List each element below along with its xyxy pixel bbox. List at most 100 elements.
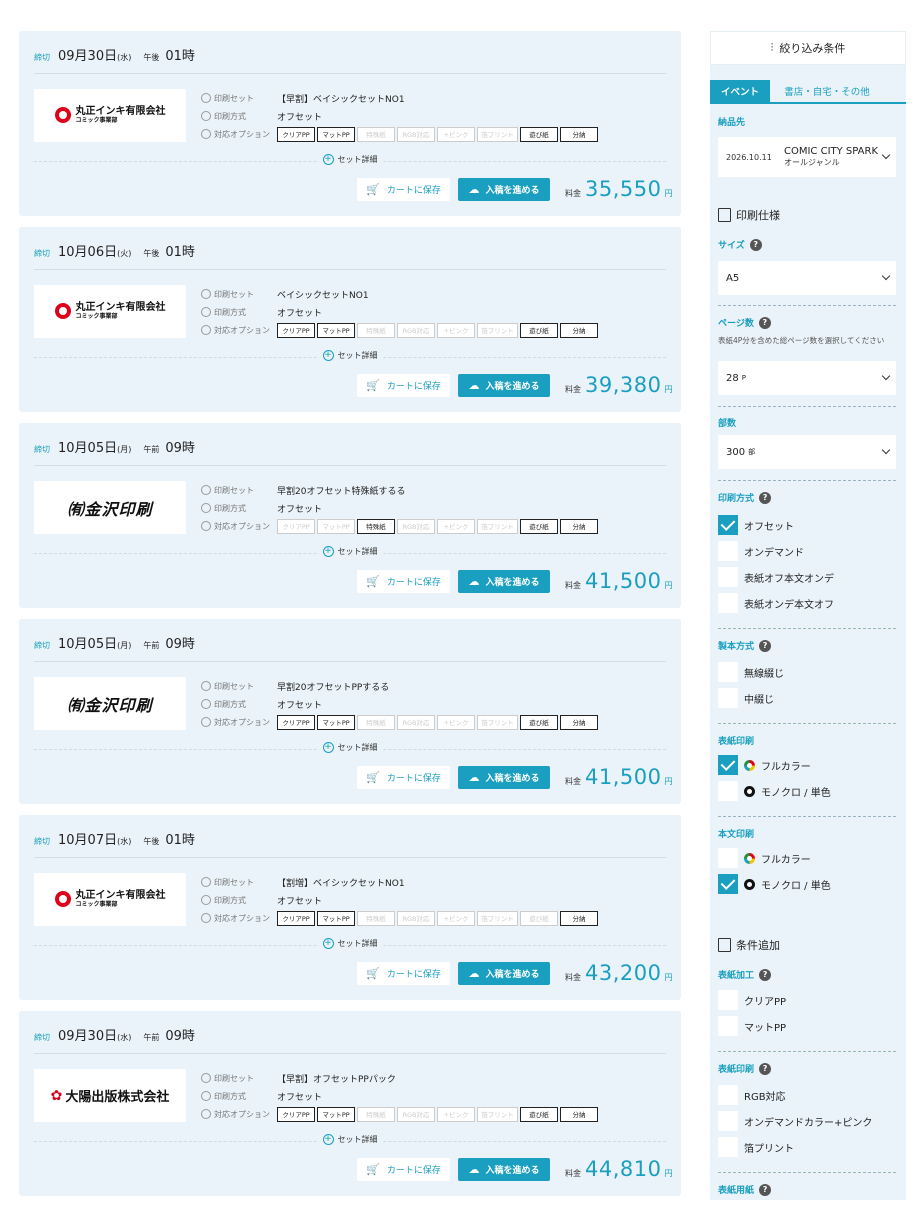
delivery-genre: オールジャンル [784, 158, 840, 168]
delivery-tabs: イベント 書店・自宅・その他 [710, 80, 906, 104]
checkbox-option[interactable]: 無線綴じ [718, 662, 784, 682]
proceed-upload-label: 入稿を進める [485, 1166, 540, 1176]
checkbox[interactable] [718, 990, 738, 1010]
option-tag: 遊び紙 [520, 518, 558, 534]
copies-select[interactable]: 300 部 [718, 435, 896, 469]
checkbox-label: 箔プリント [744, 1143, 794, 1155]
filter-title[interactable]: ⫶ 絞り込み条件 [710, 31, 906, 65]
checkbox[interactable] [718, 1137, 738, 1157]
option-tag: クリアPP [277, 126, 315, 142]
deadline-row: 締切 10月05日(月) 午前 09時 [34, 633, 666, 662]
checkbox-option[interactable]: マットPP [718, 1016, 786, 1036]
proceed-upload-button[interactable]: ☁ 入稿を進める [458, 570, 550, 593]
set-detail-toggle[interactable]: + セット詳細 [19, 742, 681, 753]
cloud-upload-icon: ☁ [468, 575, 480, 588]
checkbox-label: オンデマンドカラー+ピンク [744, 1117, 873, 1129]
cloud-upload-icon: ☁ [468, 1163, 480, 1176]
checkbox-option[interactable]: オフセット [718, 515, 794, 535]
checkbox[interactable] [718, 541, 738, 561]
spec-list: 印刷セット 【割増】ベイシックセットNO1 印刷方式 オフセット 対応オプション クリ… [201, 873, 641, 927]
set-name: ベイシックセットNO1 [277, 290, 369, 301]
option-tag: RGB対応 [397, 714, 435, 730]
gear-icon [201, 325, 211, 335]
deadline-time: 09時 [165, 637, 195, 652]
checkbox-option[interactable]: クリアPP [718, 990, 786, 1010]
checkbox-option[interactable]: モノクロ / 単色 [718, 781, 831, 801]
checkbox-option[interactable]: 表紙オフ本文オンデ [718, 567, 834, 587]
checkbox-checked[interactable] [718, 874, 738, 894]
delivery-select[interactable]: 2026.10.11 COMIC CITY SPARK オールジャンル [718, 137, 896, 177]
save-to-cart-button[interactable]: 🛒 カートに保存 [357, 374, 450, 397]
save-to-cart-button[interactable]: 🛒 カートに保存 [357, 962, 450, 985]
cart-icon: 🛒 [366, 967, 380, 980]
pages-select[interactable]: 28 P [718, 361, 896, 395]
checkbox-option[interactable]: モノクロ / 単色 [718, 874, 831, 894]
size-select[interactable]: A5 [718, 261, 896, 295]
checkbox-option[interactable]: RGB対応 [718, 1085, 786, 1105]
proceed-upload-button[interactable]: ☁ 入稿を進める [458, 374, 550, 397]
cover-paper-label-text: 表紙用紙 [718, 1186, 755, 1196]
result-card: 締切 09月30日(水) 午前 09時 ✿ 大陽出版株式会社 印刷セット 【早割】オ… [19, 1011, 681, 1196]
proceed-upload-button[interactable]: ☁ 入稿を進める [458, 962, 550, 985]
save-to-cart-button[interactable]: 🛒 カートに保存 [357, 766, 450, 789]
set-detail-label: セット詳細 [337, 743, 378, 752]
set-detail-toggle[interactable]: + セット詳細 [19, 350, 681, 361]
divider [718, 406, 896, 407]
checkbox[interactable] [718, 848, 738, 868]
proceed-upload-button[interactable]: ☁ 入稿を進める [458, 1158, 550, 1181]
size-label-text: サイズ [718, 241, 745, 251]
help-icon[interactable]: ? [759, 491, 772, 504]
checkbox[interactable] [718, 1111, 738, 1131]
checkbox-label: 表紙オフ本文オンデ [744, 573, 834, 585]
help-icon[interactable]: ? [759, 968, 772, 981]
help-icon[interactable]: ? [759, 639, 772, 652]
deadline-date-text: 09月30日 [58, 49, 118, 64]
checkbox[interactable] [718, 688, 738, 708]
set-detail-toggle[interactable]: + セット詳細 [19, 1134, 681, 1145]
checkbox-option[interactable]: フルカラー [718, 848, 811, 868]
checkbox-option[interactable]: 表紙オンデ本文オフ [718, 593, 834, 613]
plus-circle-icon: + [322, 154, 334, 165]
set-label: 印刷セット [214, 681, 254, 691]
deadline-weekday: (水) [117, 1033, 132, 1042]
deadline-date: 09月30日(水) [58, 1025, 131, 1044]
checkbox-option[interactable]: オンデマンドカラー+ピンク [718, 1111, 872, 1131]
save-to-cart-label: カートに保存 [386, 382, 441, 392]
help-icon[interactable]: ? [758, 316, 771, 329]
checkbox-option[interactable]: 中綴じ [718, 688, 774, 708]
checkbox-checked[interactable] [718, 515, 738, 535]
set-detail-toggle[interactable]: + セット詳細 [19, 938, 681, 949]
checkbox-option[interactable]: 箔プリント [718, 1137, 794, 1157]
save-to-cart-button[interactable]: 🛒 カートに保存 [357, 570, 450, 593]
help-icon[interactable]: ? [759, 1062, 772, 1075]
checkbox[interactable] [718, 781, 738, 801]
set-detail-toggle[interactable]: + セット詳細 [19, 154, 681, 165]
checkbox[interactable] [718, 567, 738, 587]
tab-event[interactable]: イベント [710, 80, 770, 102]
tab-store-home-other[interactable]: 書店・自宅・その他 [773, 80, 881, 102]
binding-label-text: 製本方式 [718, 642, 755, 652]
price-unit: 円 [664, 189, 673, 198]
save-to-cart-button[interactable]: 🛒 カートに保存 [357, 178, 450, 201]
option-tag: クリアPP [277, 910, 315, 926]
option-tag: 箔プリント [477, 714, 518, 730]
checkbox-option[interactable]: オンデマンド [718, 541, 804, 561]
checkbox-option[interactable]: フルカラー [718, 755, 811, 775]
checkbox[interactable] [718, 662, 738, 682]
copies-label: 部数 [718, 419, 737, 429]
checkbox[interactable] [718, 1016, 738, 1036]
proceed-upload-button[interactable]: ☁ 入稿を進める [458, 178, 550, 201]
logo-sub: コミック事業部 [75, 900, 118, 908]
set-detail-toggle[interactable]: + セット詳細 [19, 546, 681, 557]
set-detail-label: セット詳細 [337, 939, 378, 948]
options-label: 対応オプション [214, 325, 270, 335]
logo-name: ㈲金沢印刷 [67, 695, 153, 715]
help-icon[interactable]: ? [759, 1183, 772, 1196]
checkbox[interactable] [718, 1085, 738, 1105]
checkbox[interactable] [718, 593, 738, 613]
deadline-row: 締切 10月07日(水) 午後 01時 [34, 829, 666, 858]
proceed-upload-button[interactable]: ☁ 入稿を進める [458, 766, 550, 789]
save-to-cart-button[interactable]: 🛒 カートに保存 [357, 1158, 450, 1181]
help-icon[interactable]: ? [749, 238, 762, 251]
checkbox-checked[interactable] [718, 755, 738, 775]
